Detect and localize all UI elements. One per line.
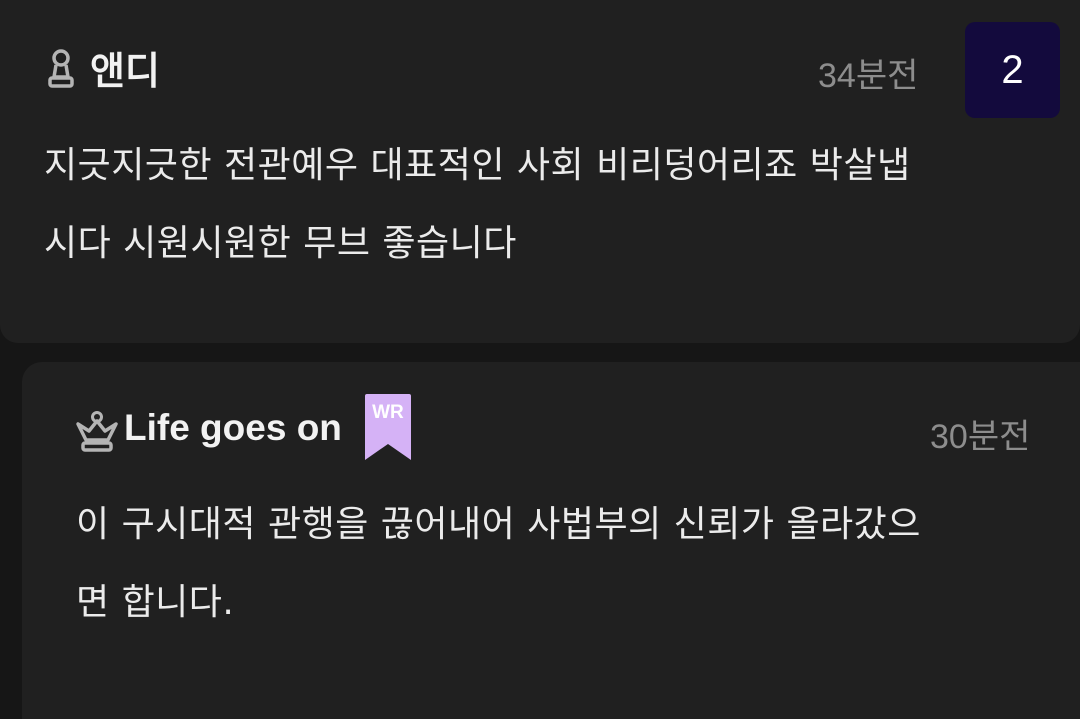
- queen-icon: [74, 410, 120, 454]
- writer-badge-label: WR: [372, 402, 404, 423]
- reply-author-name[interactable]: Life goes on: [124, 407, 342, 449]
- comment-card: 앤디 34분전 2 지긋지긋한 전관예우 대표적인 사회 비리덩어리죠 박살냅 …: [0, 0, 1080, 343]
- pawn-icon: [46, 44, 76, 90]
- comment-author-name[interactable]: 앤디: [90, 40, 160, 95]
- reply-card: Life goes on WR 30분전 이 구시대적 관행을 끊어내어 사법부…: [22, 362, 1080, 719]
- writer-badge: WR: [362, 393, 414, 463]
- comment-body-line: 지긋지긋한 전관예우 대표적인 사회 비리덩어리죠 박살냅: [44, 145, 911, 186]
- comment-timestamp: 34분전: [818, 57, 919, 95]
- reply-count-badge[interactable]: 2: [965, 22, 1060, 118]
- reply-body-line: 면 합니다.: [76, 582, 235, 623]
- comment-body-line: 시다 시원시원한 무브 좋습니다: [44, 223, 517, 264]
- reply-body: 이 구시대적 관행을 끊어내어 사법부의 신뢰가 올라갔으 면 합니다.: [76, 486, 1061, 642]
- comment-body: 지긋지긋한 전관예우 대표적인 사회 비리덩어리죠 박살냅 시다 시원시원한 무…: [44, 127, 1054, 283]
- reply-timestamp: 30분전: [930, 418, 1031, 456]
- comment-author-row[interactable]: 앤디: [46, 44, 160, 93]
- reply-body-line: 이 구시대적 관행을 끊어내어 사법부의 신뢰가 올라갔으: [76, 504, 921, 545]
- reply-author-row[interactable]: Life goes on WR: [74, 392, 414, 464]
